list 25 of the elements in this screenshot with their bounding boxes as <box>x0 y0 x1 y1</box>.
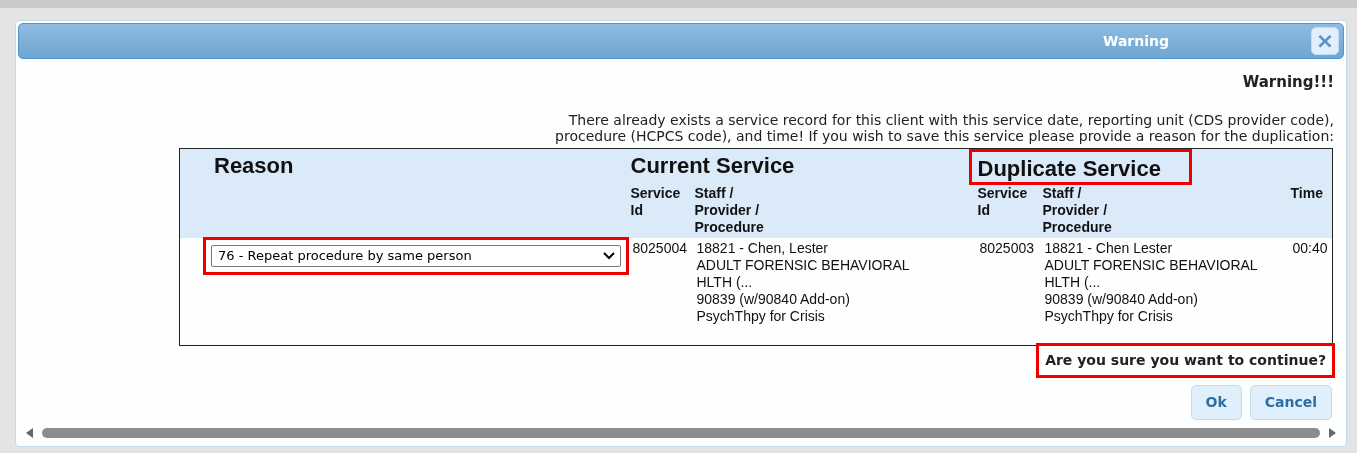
reason-dropdown[interactable]: 76 - Repeat procedure by same person <box>211 244 621 267</box>
scroll-right-icon[interactable] <box>1328 428 1336 438</box>
column-header: Service Id <box>630 184 682 219</box>
table-cell-text: 8025004 <box>632 239 688 257</box>
dialog-button[interactable]: Ok <box>1190 385 1242 420</box>
column-header: Staff / Provider / Procedure <box>1042 184 1113 236</box>
column-header: Service Id <box>977 184 1029 219</box>
group-heading: Current Service <box>630 151 795 179</box>
table-cell-text: 00:40 <box>1292 239 1329 257</box>
message-text: procedure (HCPCS code), and time! If you wish to save this service please provide a reason for the duplication: <box>554 127 1334 144</box>
confirm-question: Are you sure you want to continue? <box>1039 346 1332 375</box>
group-heading: Reason <box>214 151 294 179</box>
table-cell-text: 8025003 <box>979 239 1035 257</box>
dialog-button[interactable]: Cancel <box>1249 385 1332 420</box>
scrollbar-thumb[interactable] <box>42 428 1320 438</box>
column-header: Time <box>1290 184 1324 202</box>
column-header: Staff / Provider / Procedure <box>694 184 765 236</box>
window-title: Warning <box>1102 31 1169 51</box>
table-cell-text: 18821 - Chen, Lester ADULT FORENSIC BEHAVIORAL HLTH (... 90839 (w/90840 Add-on) PsychThpy for Crisis <box>696 239 911 325</box>
message-text: There already exists a service record for this client with this service date, reporting unit (CDS provider code), <box>567 111 1334 128</box>
warning-heading: Warning!!! <box>1241 72 1335 93</box>
scroll-left-icon[interactable] <box>26 428 34 438</box>
group-heading: Duplicate Service <box>968 148 1192 185</box>
close-button[interactable]: × <box>1311 27 1339 55</box>
table-cell-text: 18821 - Chen Lester ADULT FORENSIC BEHAVIORAL HLTH (... 90839 (w/90840 Add-on) PsychThpy for Crisis <box>1044 239 1259 325</box>
